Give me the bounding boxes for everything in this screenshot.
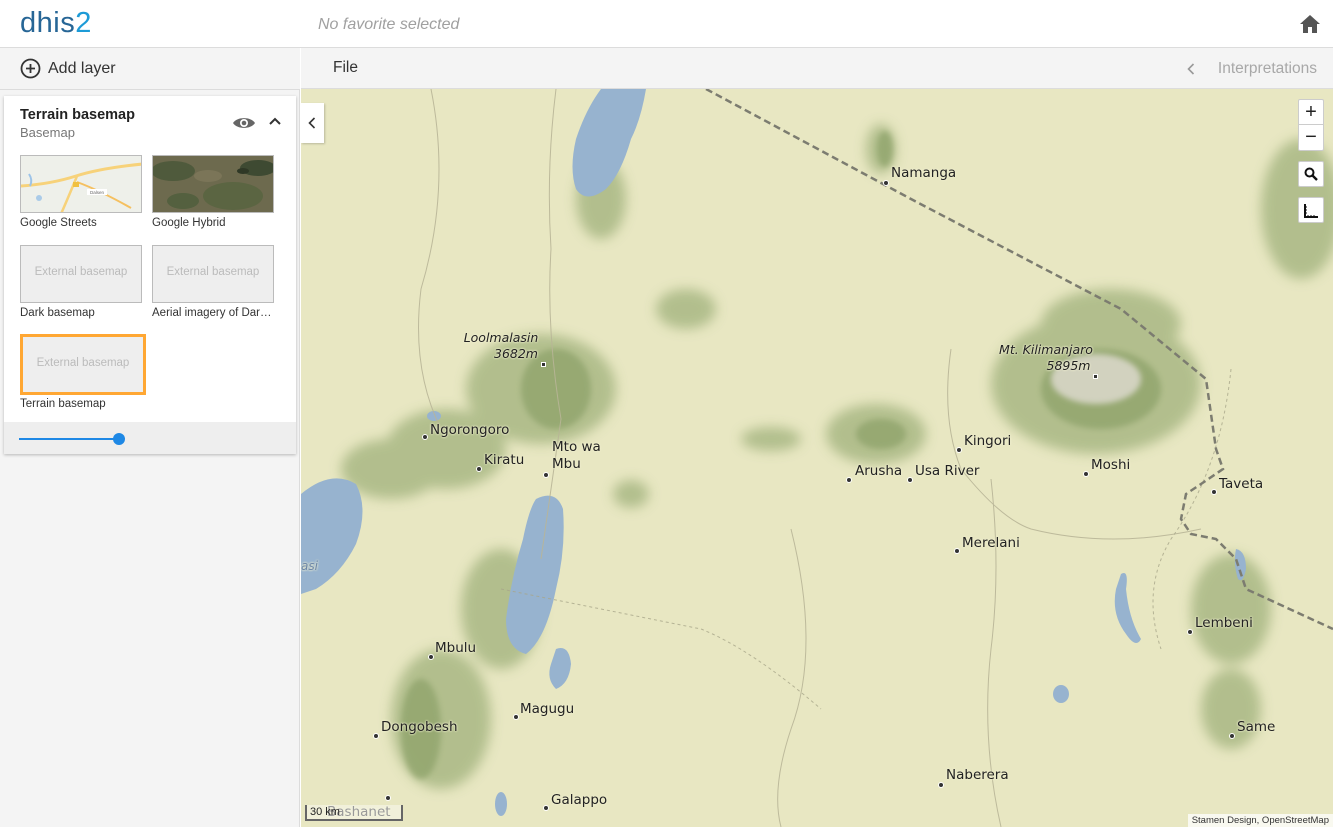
logo-number: 2 [75, 7, 92, 39]
external-thumbnail: External basemap [152, 245, 274, 303]
visibility-icon[interactable] [232, 115, 256, 131]
opacity-slider-handle[interactable] [113, 433, 125, 445]
zoom-out-button[interactable]: − [1298, 125, 1324, 151]
external-thumbnail: External basemap [20, 245, 142, 303]
opacity-slider-area [4, 422, 296, 454]
layers-panel: Add layer Terrain basemap Basemap Dalsen… [0, 48, 300, 827]
chevron-left-icon[interactable] [1187, 63, 1195, 75]
favorite-title: No favorite selected [318, 16, 460, 33]
place-dot [476, 466, 482, 472]
hybrid-thumbnail [152, 155, 274, 213]
place-label-same: Same [1237, 719, 1276, 735]
peak-marker [541, 362, 546, 367]
map-canvas[interactable]: + − Namanga Loolmalasin 3682m Mt. Kilima… [301, 89, 1333, 827]
place-name-line: Mbu [552, 456, 581, 472]
search-icon [1304, 167, 1318, 181]
basemap-google-streets[interactable]: Dalsen Google Streets [20, 155, 144, 229]
place-dot [954, 548, 960, 554]
svg-text:Dalsen: Dalsen [90, 190, 105, 195]
place-dot [1187, 629, 1193, 635]
peak-label-kilimanjaro: Mt. Kilimanjaro 5895m [991, 342, 1101, 374]
place-dot [543, 805, 549, 811]
basemap-dark[interactable]: External basemap Dark basemap [20, 245, 144, 319]
place-dot [883, 180, 889, 186]
dhis2-logo[interactable]: dhis2 [20, 7, 92, 40]
peak-marker [1093, 374, 1098, 379]
scale-bar: 30 km [305, 805, 403, 821]
basemap-label: Google Streets [20, 217, 97, 229]
place-dot [543, 472, 549, 478]
place-label-kingori: Kingori [964, 433, 1012, 449]
place-dot [373, 733, 379, 739]
layer-card-subtitle: Basemap [20, 125, 75, 140]
search-button[interactable] [1298, 161, 1324, 187]
place-dot [938, 782, 944, 788]
place-dot [385, 795, 391, 801]
collapse-panel-button[interactable] [301, 103, 324, 143]
terrain-map-background [301, 89, 1333, 827]
place-label-mto-wa-mbu: Mto wa Mbu [552, 439, 601, 473]
layer-card: Terrain basemap Basemap Dalsen Google St… [4, 96, 296, 454]
basemap-terrain[interactable]: External basemap Terrain basemap [20, 334, 146, 410]
peak-elevation: 3682m [494, 346, 538, 361]
place-dot [1083, 471, 1089, 477]
external-placeholder-text: External basemap [166, 266, 260, 278]
home-icon[interactable] [1299, 14, 1321, 34]
basemap-label: Terrain basemap [20, 398, 106, 410]
lake-label-fragment: asi [301, 559, 318, 573]
peak-name: Loolmalasin [463, 330, 539, 345]
place-dot [1229, 733, 1235, 739]
place-dot [956, 447, 962, 453]
measure-button[interactable] [1298, 197, 1324, 223]
streets-thumbnail: Dalsen [20, 155, 142, 213]
ruler-icon [1304, 204, 1318, 218]
add-layer-button[interactable]: Add layer [0, 48, 300, 90]
map-toolbar: File Interpretations [301, 48, 1333, 89]
place-dot [907, 477, 913, 483]
file-menu-button[interactable]: File [333, 59, 358, 77]
external-placeholder-text: External basemap [36, 357, 130, 369]
place-label-naberera: Naberera [946, 767, 1009, 783]
place-dot [846, 477, 852, 483]
chevron-up-icon[interactable] [268, 116, 282, 126]
place-dot [422, 434, 428, 440]
place-label-dongobesh: Dongobesh [381, 719, 458, 735]
place-label-moshi: Moshi [1091, 457, 1131, 473]
external-thumbnail-selected: External basemap [20, 334, 146, 395]
peak-elevation: 5895m [1046, 358, 1091, 373]
add-layer-label: Add layer [48, 60, 116, 77]
basemap-label: Aerial imagery of Dar… [152, 307, 272, 319]
peak-name: Mt. Kilimanjaro [999, 342, 1093, 357]
place-label-usa-river: Usa River [915, 463, 980, 479]
place-label-merelani: Merelani [962, 535, 1020, 551]
place-dot [513, 714, 519, 720]
place-label-lembeni: Lembeni [1195, 615, 1253, 631]
zoom-in-button[interactable]: + [1298, 99, 1324, 125]
external-placeholder-text: External basemap [34, 266, 128, 278]
interpretations-button[interactable]: Interpretations [1218, 60, 1317, 78]
basemap-google-hybrid[interactable]: Google Hybrid [152, 155, 276, 229]
basemap-label: Dark basemap [20, 307, 95, 319]
place-label-taveta: Taveta [1219, 476, 1264, 492]
place-label-namanga: Namanga [891, 165, 957, 181]
header-bar: dhis2 No favorite selected [0, 0, 1333, 48]
layer-card-title: Terrain basemap [20, 107, 135, 123]
place-name-line: Mto wa [552, 439, 601, 455]
place-dot [1211, 489, 1217, 495]
place-label-galappo: Galappo [551, 792, 608, 808]
place-label-ngorongoro: Ngorongoro [430, 422, 510, 438]
map-attribution[interactable]: Stamen Design, OpenStreetMap [1187, 814, 1333, 827]
place-label-arusha: Arusha [855, 463, 903, 479]
place-label-kiratu: Kiratu [484, 452, 525, 468]
add-circle-icon [20, 58, 41, 79]
opacity-slider-track[interactable] [19, 438, 119, 440]
place-label-mbulu: Mbulu [435, 640, 477, 656]
basemap-label: Google Hybrid [152, 217, 226, 229]
chevron-left-icon [308, 117, 316, 129]
basemap-aerial-imagery[interactable]: External basemap Aerial imagery of Dar… [152, 245, 276, 319]
peak-label-loolmalasin: Loolmalasin 3682m [461, 330, 541, 362]
logo-text: dhis [20, 7, 76, 39]
place-dot [428, 654, 434, 660]
place-label-magugu: Magugu [520, 701, 575, 717]
